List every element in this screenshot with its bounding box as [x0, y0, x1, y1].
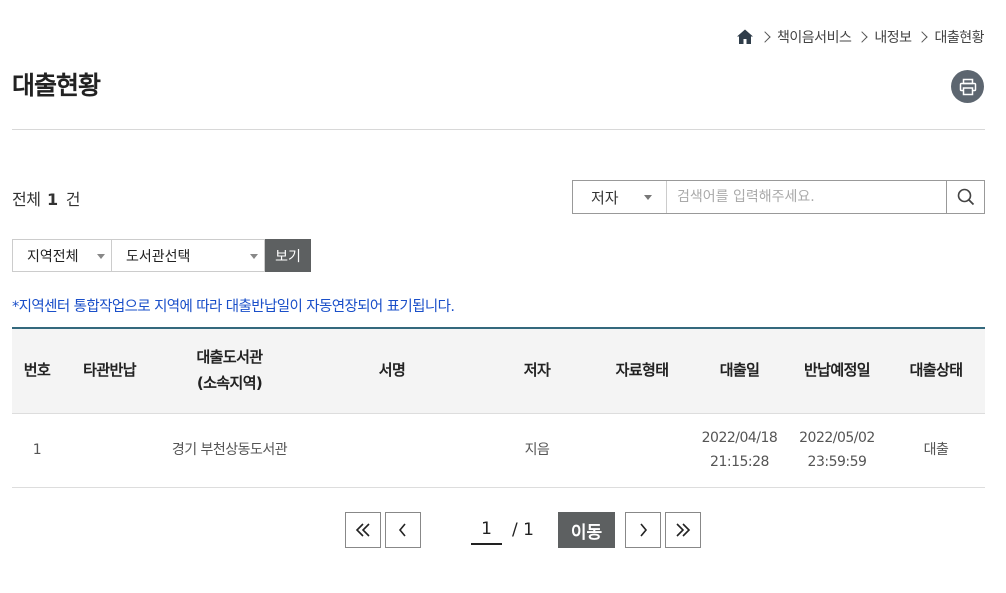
print-icon [959, 78, 976, 95]
title-divider [12, 129, 985, 130]
search-input[interactable] [667, 181, 946, 213]
chevron-right-icon [916, 31, 929, 43]
table-row: 1 경기 부천상동도서관 지음 2022/04/18 21:15:28 2022… [12, 413, 985, 488]
page-number-input[interactable] [471, 515, 502, 545]
total-unit: 건 [65, 190, 81, 209]
cell-title[interactable] [302, 413, 482, 488]
print-button[interactable] [951, 70, 984, 103]
library-select-value: 도서관선택 [126, 248, 191, 265]
total-number: 1 [47, 190, 58, 209]
breadcrumb: 책이음서비스 내정보 대출현황 [736, 26, 984, 48]
header-loan-date: 대출일 [692, 328, 787, 414]
chevron-down-icon [97, 254, 105, 259]
cell-author: 지음 [482, 413, 592, 488]
search-field-value: 저자 [591, 188, 619, 207]
go-page-button[interactable]: 이동 [558, 512, 615, 548]
chevron-down-icon [250, 254, 258, 259]
total-count: 전체 1건 [12, 186, 80, 210]
cell-format [592, 413, 692, 488]
filter-row: 지역전체 도서관선택 보기 [12, 239, 311, 272]
last-page-icon [676, 523, 691, 537]
header-library: 대출도서관 (소속지역) [157, 328, 302, 414]
chevron-down-icon [644, 195, 652, 200]
home-icon[interactable] [736, 28, 754, 46]
notice-text: *지역센터 통합작업으로 지역에 따라 대출반납일이 자동연장되어 표기됩니다. [12, 299, 455, 315]
chevron-right-icon [856, 31, 868, 43]
breadcrumb-item-service[interactable]: 책이음서비스 [777, 27, 852, 47]
loan-date: 2022/04/18 [701, 429, 778, 446]
prev-page-button[interactable] [385, 512, 421, 548]
cell-due-date: 2022/05/02 23:59:59 [787, 413, 887, 488]
page-title: 대출현황 [12, 71, 101, 100]
total-prefix: 전체 [12, 190, 41, 209]
first-page-button[interactable] [345, 512, 381, 548]
breadcrumb-item-loan-status: 대출현황 [934, 30, 984, 46]
header-library-line2: (소속지역) [196, 373, 263, 392]
region-select-value: 지역전체 [27, 248, 79, 265]
header-title: 서명 [302, 328, 482, 414]
loan-time: 21:15:28 [710, 454, 769, 470]
search-box: 저자 [572, 180, 985, 214]
prev-page-icon [398, 523, 406, 537]
library-select[interactable]: 도서관선택 [112, 239, 265, 272]
header-status: 대출상태 [887, 328, 985, 414]
due-time: 23:59:59 [807, 454, 867, 470]
header-other-return: 타관반납 [62, 328, 157, 414]
view-button[interactable]: 보기 [265, 239, 311, 272]
header-due-date: 반납예정일 [787, 328, 887, 414]
header-library-line1: 대출도서관 [196, 348, 263, 367]
page-total: / 1 [512, 520, 534, 540]
search-icon [957, 188, 974, 206]
header-author: 저자 [482, 328, 592, 414]
breadcrumb-item-my-info[interactable]: 내정보 [874, 27, 912, 47]
last-page-button[interactable] [665, 512, 701, 548]
search-button[interactable] [946, 181, 984, 213]
cell-no: 1 [12, 413, 62, 488]
header-no: 번호 [12, 328, 62, 414]
cell-loan-date: 2022/04/18 21:15:28 [692, 413, 787, 488]
next-page-icon [640, 523, 648, 537]
table-header-row: 번호 타관반납 대출도서관 (소속지역) 서명 저자 자료형태 대출일 반납예정… [12, 328, 985, 414]
cell-library: 경기 부천상동도서관 [157, 413, 302, 488]
header-format: 자료형태 [592, 328, 692, 414]
chevron-right-icon [759, 31, 771, 43]
next-page-button[interactable] [625, 512, 661, 548]
cell-status: 대출 [887, 413, 985, 488]
due-date: 2022/05/02 [799, 429, 875, 446]
loan-table: 번호 타관반납 대출도서관 (소속지역) 서명 저자 자료형태 대출일 반납예정… [12, 327, 985, 488]
pagination: / 1 이동 [345, 512, 701, 548]
region-select[interactable]: 지역전체 [12, 239, 112, 272]
first-page-icon [355, 523, 370, 537]
search-field-select[interactable]: 저자 [573, 181, 667, 213]
cell-other-return [62, 413, 157, 488]
